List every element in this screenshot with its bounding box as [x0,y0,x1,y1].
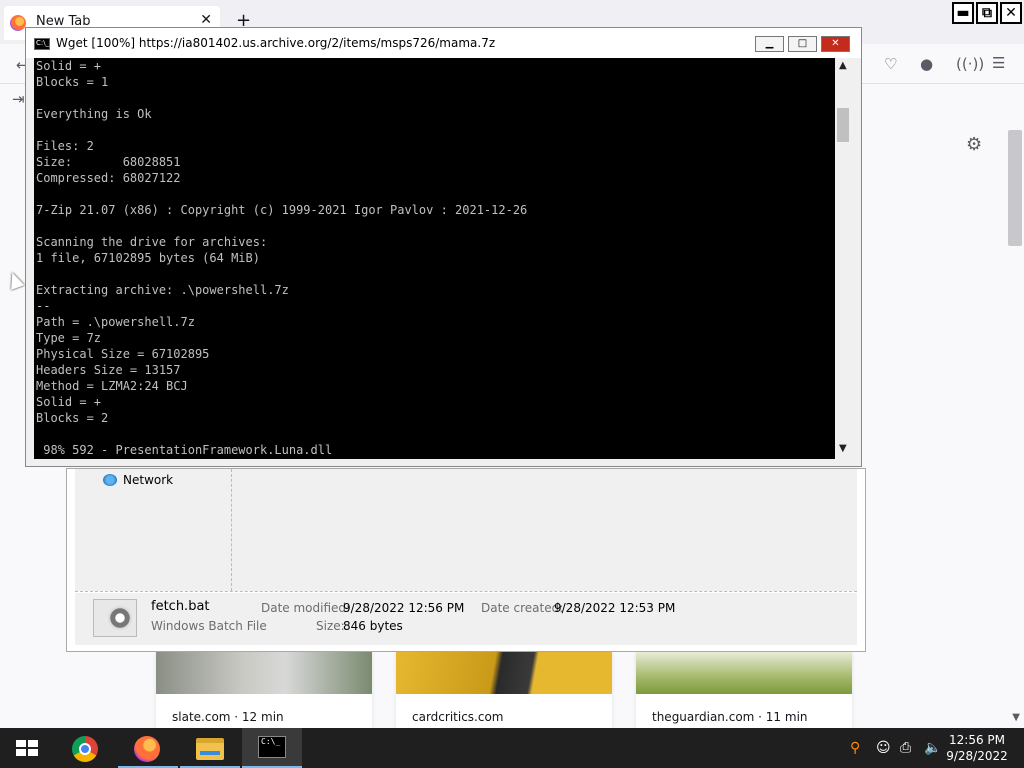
firefox-icon [134,736,160,762]
size-label: Size: [316,619,345,633]
console-maximize-button[interactable]: □ [788,36,817,52]
pane-divider[interactable] [231,469,232,591]
browser-minimize-button[interactable]: ▬ [952,2,974,24]
browser-close-button[interactable]: ✕ [1000,2,1022,24]
nav-item-network[interactable]: Network [103,473,173,487]
console-close-button[interactable]: ✕ [821,36,850,52]
browser-window-controls: ▬ ⧉ ✕ [952,2,1022,24]
taskbar: C:\_ ⚲ ☺ ⎙ 🔈 12:56 PM 9/28/2022 [0,728,1024,768]
taskbar-firefox[interactable] [118,728,178,768]
start-button[interactable] [0,728,60,768]
tile-thumbnail [396,652,612,694]
page-scroll-down-icon[interactable]: ▼ [1012,712,1020,723]
windows-logo-icon [16,740,38,756]
tile-label: slate.com · 12 min [172,710,284,724]
sidebar-import-icon[interactable]: ⇥ [12,90,25,108]
browser-restore-button[interactable]: ⧉ [976,2,998,24]
network-tray-icon[interactable]: ⎙ [900,740,911,756]
tab-close-icon[interactable]: ✕ [200,12,212,28]
taskbar-file-explorer[interactable] [180,728,240,768]
file-explorer-window: Network fetch.bat Windows Batch File Dat… [66,468,866,652]
tile-label: cardcritics.com [412,710,504,724]
settings-gear-icon[interactable]: ⚙ [966,134,982,155]
clock-time: 12:56 PM [949,733,1005,747]
search-icon[interactable]: ⚲ [850,740,860,756]
page-scrollbar-thumb[interactable] [1008,130,1022,246]
console-title: Wget [100%] https://ia801402.us.archive.… [56,36,496,50]
console-minimize-button[interactable]: ▁ [755,36,784,52]
date-created-label: Date created: [481,601,564,615]
batch-file-icon [93,599,137,637]
pocket-icon[interactable]: ♡ [884,55,897,73]
file-type: Windows Batch File [151,619,267,633]
scroll-up-icon[interactable]: ▲ [839,60,847,71]
date-modified-label: Date modified: [261,601,351,615]
cmd-icon: C:\_ [34,38,50,50]
console-window[interactable]: C:\_ Wget [100%] https://ia801402.us.arc… [25,27,862,467]
taskbar-command-prompt[interactable]: C:\_ [242,728,302,768]
network-icon [103,474,117,486]
account-icon[interactable]: ● [920,55,933,73]
size-value: 846 bytes [343,619,403,633]
tile-thumbnail [156,652,372,694]
firefox-favicon-icon [10,15,26,31]
clock-date: 9/28/2022 [946,749,1008,763]
top-site-tile[interactable]: cardcritics.com [396,652,612,728]
notification-icon[interactable]: ☺ [876,740,891,756]
chrome-icon [72,736,98,762]
extensions-icon[interactable]: ((·)) [956,55,984,73]
console-output-area[interactable]: Solid = + Blocks = 1 Everything is Ok Fi… [34,58,835,459]
console-scrollbar-thumb[interactable] [837,108,849,142]
console-title-bar[interactable]: C:\_ Wget [100%] https://ia801402.us.arc… [26,28,861,58]
top-site-tile[interactable]: theguardian.com · 11 min [636,652,852,728]
nav-item-label: Network [123,473,174,487]
file-name: fetch.bat [151,599,210,614]
scroll-down-icon[interactable]: ▼ [839,443,847,454]
console-output-text: Solid = + Blocks = 1 Everything is Ok Fi… [36,59,528,457]
date-created-value: 9/28/2022 12:53 PM [554,601,676,615]
tile-label: theguardian.com · 11 min [652,710,808,724]
menu-icon[interactable]: ☰ [992,54,1005,72]
date-modified-value: 9/28/2022 12:56 PM [343,601,465,615]
cmd-icon: C:\_ [258,736,286,758]
tile-thumbnail [636,652,852,694]
taskbar-chrome[interactable] [56,728,116,768]
gear-icon [108,606,132,630]
folder-icon [196,738,224,760]
console-scrollbar[interactable]: ▲ ▼ [835,58,853,459]
top-site-tile[interactable]: slate.com · 12 min [156,652,372,728]
details-separator [75,591,857,592]
explorer-navigation-pane: Network [75,469,857,591]
system-clock[interactable]: 12:56 PM 9/28/2022 [936,732,1018,764]
details-pane: fetch.bat Windows Batch File Date modifi… [75,593,857,645]
